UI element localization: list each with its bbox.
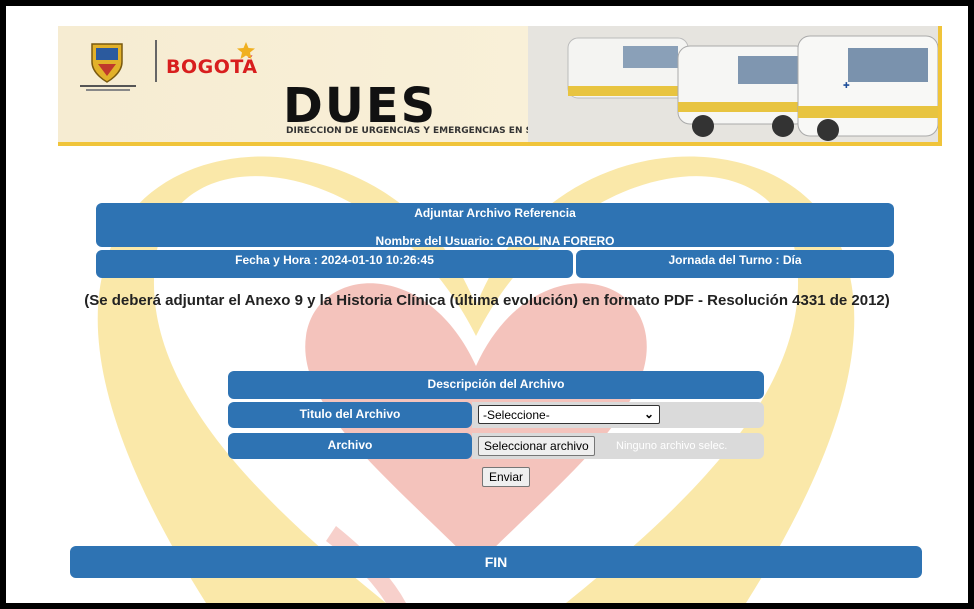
bogota-crest-icon (91, 43, 123, 83)
crest-caption (80, 85, 136, 91)
form-heading: Descripción del Archivo (427, 377, 565, 391)
section-title: Adjuntar Archivo Referencia (414, 206, 576, 220)
dues-logo-subtitle: DIRECCION DE URGENCIAS Y EMERGENCIAS EN … (286, 126, 560, 136)
user-name: Nombre del Usuario: CAROLINA FORERO (375, 234, 615, 248)
file-title-select-value: -Seleccione- (483, 408, 550, 422)
form-heading-bar: Descripción del Archivo (228, 371, 764, 399)
file-label: Archivo (228, 433, 472, 459)
ambulances-image: ✚ (528, 26, 938, 142)
choose-file-button[interactable]: Seleccionar archivo (478, 436, 595, 456)
file-title-select[interactable]: -Seleccione- ⌄ (478, 405, 660, 424)
logo-separator (155, 40, 157, 82)
submit-button[interactable]: Enviar (482, 467, 531, 487)
section-title-bar: Adjuntar Archivo Referencia Nombre del U… (96, 203, 894, 248)
file-status-text: Ninguno archivo selec. (616, 440, 728, 452)
star-icon (237, 42, 255, 59)
shift-text: Jornada del Turno : Día (668, 253, 802, 267)
shift-bar: Jornada del Turno : Día (576, 250, 894, 278)
chevron-down-icon: ⌄ (643, 407, 654, 421)
datetime-bar: Fecha y Hora : 2024-01-10 10:26:45 (96, 250, 573, 278)
dues-banner: BOGOTÁ DUES DIRECCION DE URGENCIAS Y EME… (58, 26, 942, 146)
datetime-text: Fecha y Hora : 2024-01-10 10:26:45 (235, 253, 434, 267)
footer-bar: FIN (70, 546, 922, 578)
svg-text:✚: ✚ (843, 81, 850, 90)
page-frame: BOGOTÁ DUES DIRECCION DE URGENCIAS Y EME… (6, 6, 968, 603)
attachment-notice: (Se deberá adjuntar el Anexo 9 y la Hist… (84, 292, 890, 309)
title-label: Titulo del Archivo (228, 402, 472, 428)
footer-text: FIN (484, 554, 508, 570)
